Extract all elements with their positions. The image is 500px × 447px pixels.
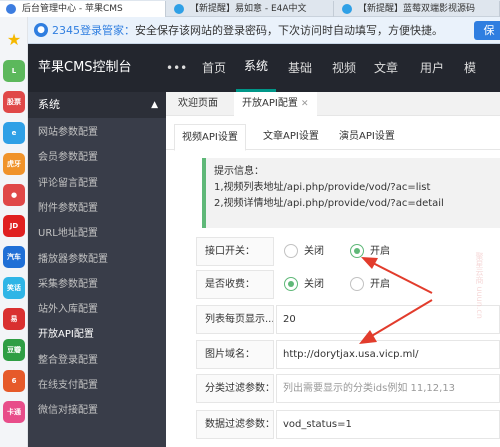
page-tabs: 欢迎页面 开放API配置 ✕: [166, 92, 500, 116]
nav-item[interactable]: 基础: [280, 44, 320, 92]
image-domain-input[interactable]: http://dorytjax.usa.vicp.ml/: [276, 340, 500, 369]
caret-up-icon: ▲: [151, 100, 158, 110]
browser-tab[interactable]: 后台管理中心 - 苹果CMS: [0, 1, 166, 17]
cms-header: 苹果CMS控制台 ••• 首页 系统 基础 视频 文章 用户模: [28, 44, 500, 92]
image-domain-row: 图片域名： http://dorytjax.usa.vicp.ml/: [196, 340, 500, 369]
sidebar-item[interactable]: 附件参数配置: [28, 196, 166, 221]
sidebar-item[interactable]: 开放API配置: [28, 322, 166, 347]
interface-switch-row: 接口开关： 关闭 开启: [196, 237, 500, 266]
sidebar-item[interactable]: 在线支付配置: [28, 373, 166, 398]
car-icon[interactable]: 汽车: [3, 246, 25, 268]
browser-tab[interactable]: 【新提醒】蓝莓双端影视源码: [336, 1, 500, 17]
browser-tab-label: 【新提醒】易如意 - E4A中文: [190, 4, 307, 14]
douban-icon[interactable]: 豆瓣: [3, 339, 25, 361]
sidebar-section-header[interactable]: 系统 ▲: [28, 92, 166, 118]
laugh-icon[interactable]: 笑话: [3, 277, 25, 299]
nav-item[interactable]: 用户: [412, 44, 452, 92]
notice-message: 安全保存该网站的登录密码，下次访问时自动填写，方便快捷。: [135, 24, 443, 37]
nav-item[interactable]: 系统: [236, 44, 277, 92]
favorites-rail: ★ L 股票 e 虎牙 ● JD 汽车笑话易豆瓣 6 卡通: [0, 17, 28, 447]
browser-tab-label: 【新提醒】蓝莓双端影视源码: [358, 4, 476, 14]
image-domain-label: 图片域名：: [196, 340, 274, 369]
star-icon[interactable]: ★: [3, 29, 25, 51]
info-title: 提示信息：: [214, 166, 264, 177]
charge-options: 关闭 开启: [276, 270, 500, 299]
category-filter-row: 分类过滤参数： 列出需要显示的分类ids例如 11,12,13: [196, 374, 500, 403]
app-title: 苹果CMS控制台: [38, 60, 132, 75]
data-filter-input[interactable]: vod_status=1: [276, 410, 500, 439]
browser-tab-label: 后台管理中心 - 苹果CMS: [22, 4, 123, 14]
news-icon[interactable]: e: [3, 122, 25, 144]
info-line: 2,视频详情地址/api.php/provide/vod/?ac=detail: [214, 198, 444, 209]
favicon-icon: [174, 4, 184, 14]
nav-item[interactable]: 模: [456, 44, 484, 92]
tab-open-api[interactable]: 开放API配置 ✕: [234, 92, 317, 116]
main-content: 欢迎页面 开放API配置 ✕ 视频API设置 文章API设置 演员API设置 提…: [166, 92, 500, 447]
notice-brand: 2345登录管家：: [52, 24, 135, 37]
sidebar-item[interactable]: 网站参数配置: [28, 120, 166, 145]
stocks-icon[interactable]: 股票: [3, 91, 25, 113]
nav-item[interactable]: 首页: [194, 44, 234, 92]
browser-tab[interactable]: 【新提醒】易如意 - E4A中文: [168, 1, 334, 17]
nav-item[interactable]: 文章: [366, 44, 406, 92]
interface-switch-label: 接口开关：: [196, 237, 274, 266]
sidebar-item[interactable]: URL地址配置: [28, 221, 166, 246]
favicon-icon: [342, 4, 352, 14]
tab-video-api[interactable]: 视频API设置: [174, 124, 246, 151]
charge-label: 是否收费：: [196, 270, 274, 299]
nav-item[interactable]: •••: [158, 44, 195, 92]
page-size-label: 列表每页显示...: [196, 305, 274, 334]
api-sub-tabs: 视频API设置 文章API设置 演员API设置: [166, 124, 500, 151]
category-filter-input[interactable]: 列出需要显示的分类ids例如 11,12,13: [276, 374, 500, 403]
info-box: 提示信息： 1,视频列表地址/api.php/provide/vod/?ac=l…: [202, 158, 500, 228]
interface-off-label: 关闭: [304, 246, 324, 257]
page-size-input[interactable]: 20: [276, 305, 500, 334]
charge-row: 是否收费： 关闭 开启: [196, 270, 500, 299]
chrome-icon[interactable]: ●: [3, 184, 25, 206]
interface-on-radio[interactable]: [350, 244, 364, 258]
nav-item[interactable]: 视频: [324, 44, 364, 92]
save-password-button[interactable]: 保: [474, 21, 500, 40]
shield-icon: ●: [34, 23, 48, 37]
watermark: 聚星云商 uuun.cn: [475, 252, 484, 319]
interface-on-label: 开启: [370, 246, 390, 257]
tab-welcome[interactable]: 欢迎页面: [170, 92, 226, 116]
password-manager-notice: ● 2345登录管家：安全保存该网站的登录密码，下次访问时自动填写，方便快捷。 …: [28, 17, 500, 44]
charge-off-radio[interactable]: [284, 277, 298, 291]
tab-open-api-label: 开放API配置: [242, 98, 298, 109]
huya-icon[interactable]: 虎牙: [3, 153, 25, 175]
sidebar-item[interactable]: 采集参数配置: [28, 272, 166, 297]
charge-on-label: 开启: [370, 279, 390, 290]
charge-on-radio[interactable]: [350, 277, 364, 291]
category-filter-label: 分类过滤参数：: [196, 374, 274, 403]
sidebar-item[interactable]: 评论留言配置: [28, 171, 166, 196]
close-icon[interactable]: ✕: [301, 99, 309, 109]
jd-icon[interactable]: JD: [3, 215, 25, 237]
sidebar-menu: 系统 ▲ 网站参数配置 会员参数配置 评论留言配置 附件参数配置 URL地址配置 播放器参…: [28, 92, 166, 447]
interface-switch-options: 关闭 开启: [276, 237, 500, 266]
browser-tab-strip: 后台管理中心 - 苹果CMS 【新提醒】易如意 - E4A中文 【新提醒】蓝莓双端影…: [0, 0, 500, 17]
data-filter-label: 数据过滤参数：: [196, 410, 274, 439]
charge-off-label: 关闭: [304, 279, 324, 290]
six-icon[interactable]: 6: [3, 370, 25, 392]
page-size-row: 列表每页显示... 20: [196, 305, 500, 334]
clock-icon[interactable]: L: [3, 60, 25, 82]
info-line: 1,视频列表地址/api.php/provide/vod/?ac=list: [214, 182, 431, 193]
sidebar-item[interactable]: 会员参数配置: [28, 145, 166, 170]
interface-off-radio[interactable]: [284, 244, 298, 258]
katong-icon[interactable]: 卡通: [3, 401, 25, 423]
sidebar-section-label: 系统: [38, 98, 60, 111]
sidebar-item[interactable]: 站外入库配置: [28, 297, 166, 322]
data-filter-row: 数据过滤参数： vod_status=1: [196, 410, 500, 439]
tab-article-api[interactable]: 文章API设置: [256, 124, 326, 150]
sidebar-item[interactable]: 微信对接配置: [28, 398, 166, 423]
sidebar-item[interactable]: 播放器参数配置: [28, 247, 166, 272]
notice-text: 2345登录管家：安全保存该网站的登录密码，下次访问时自动填写，方便快捷。: [52, 17, 443, 44]
yi-icon[interactable]: 易: [3, 308, 25, 330]
sidebar-item[interactable]: 整合登录配置: [28, 348, 166, 373]
tab-actor-api[interactable]: 演员API设置: [332, 124, 402, 150]
favicon-icon: [6, 4, 16, 14]
